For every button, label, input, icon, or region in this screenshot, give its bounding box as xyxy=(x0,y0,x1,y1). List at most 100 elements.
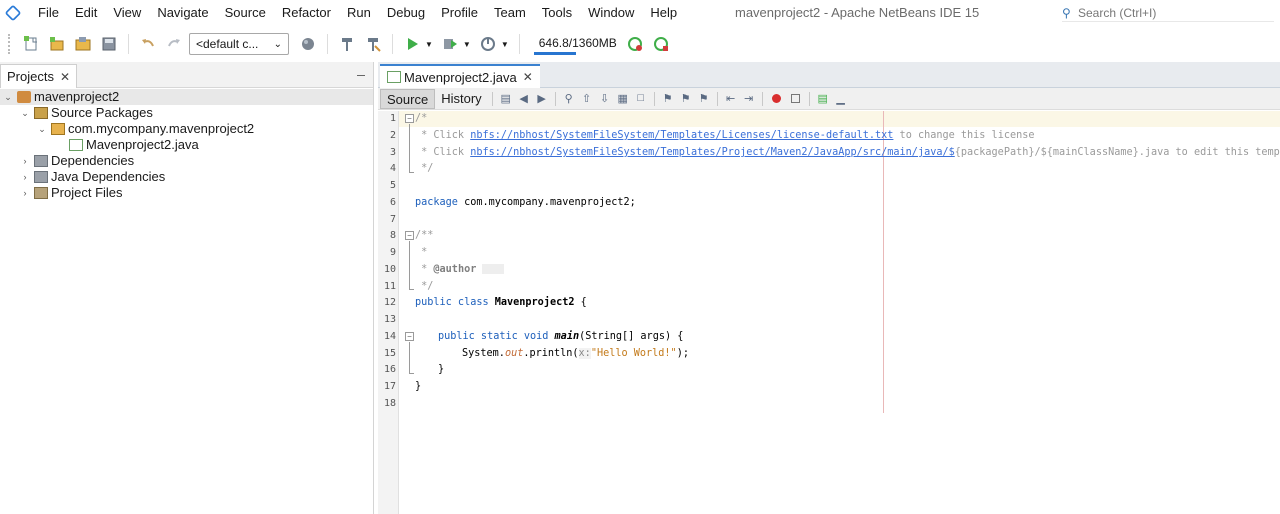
search-icon: ⚲ xyxy=(1062,5,1071,20)
chevron-right-icon[interactable]: › xyxy=(19,185,31,201)
menu-window[interactable]: Window xyxy=(580,0,642,26)
find-next-icon[interactable]: ⇩ xyxy=(597,92,613,106)
menu-view[interactable]: View xyxy=(105,0,149,26)
uncomment-icon[interactable]: ▁ xyxy=(833,92,849,106)
undo-icon[interactable] xyxy=(137,33,159,55)
tree-item-source-packages[interactable]: ⌄ Source Packages xyxy=(19,105,153,121)
tab-mavenproject2-java[interactable]: Mavenproject2.java ✕ xyxy=(380,64,540,88)
code-text: (String[] args) { xyxy=(579,331,684,342)
editor-toolbar: Source History ▤ ◀ ▶ ⚲ ⇧ ⇩ ▦ □ ⚑ ⚑ ⚑ ⇤ ⇥… xyxy=(378,88,1280,110)
search-input[interactable] xyxy=(1078,5,1268,20)
debug-dropdown-icon[interactable]: ▼ xyxy=(463,40,471,49)
string-literal: "Hello World!" xyxy=(590,348,677,359)
code-text: ); xyxy=(676,348,689,359)
debug-icon[interactable] xyxy=(439,33,461,55)
fold-guide xyxy=(409,342,410,373)
save-all-icon[interactable] xyxy=(98,33,120,55)
record-macro-icon[interactable] xyxy=(771,94,781,103)
quick-search[interactable]: ⚲ xyxy=(1062,4,1274,22)
menu-debug[interactable]: Debug xyxy=(379,0,433,26)
tree-item-project[interactable]: ⌄ mavenproject2 xyxy=(2,89,119,105)
code-text: System. xyxy=(462,348,505,359)
profile-dropdown-icon[interactable]: ▼ xyxy=(501,40,509,49)
license-link[interactable]: nbfs://nbhost/SystemFileSystem/Templates… xyxy=(470,130,893,141)
toggle-rect-select-icon[interactable]: □ xyxy=(633,92,649,106)
java-dependencies-icon xyxy=(34,171,48,183)
comment-text: * Click xyxy=(415,130,471,141)
chevron-down-icon[interactable]: ⌄ xyxy=(19,105,31,121)
next-bookmark-icon[interactable]: ⚑ xyxy=(678,92,694,106)
tree-item-java-file[interactable]: Mavenproject2.java xyxy=(66,137,199,153)
new-project-icon[interactable] xyxy=(46,33,68,55)
clean-build-icon[interactable] xyxy=(362,33,384,55)
dependencies-icon xyxy=(34,155,48,167)
toolbar-grip[interactable] xyxy=(8,34,12,54)
last-edit-icon[interactable]: ▤ xyxy=(498,92,514,106)
fold-collapse-icon[interactable]: − xyxy=(405,114,414,123)
comment-icon[interactable]: ▤ xyxy=(815,92,831,106)
redacted-author xyxy=(482,264,505,274)
shift-right-icon[interactable]: ⇥ xyxy=(741,92,757,106)
memory-indicator[interactable]: 646.8/1360MB xyxy=(533,33,622,55)
back-icon[interactable]: ◀ xyxy=(516,92,532,106)
tree-item-dependencies[interactable]: › Dependencies xyxy=(19,153,135,169)
menu-help[interactable]: Help xyxy=(642,0,685,26)
previous-bookmark-icon[interactable]: ⚑ xyxy=(660,92,676,106)
current-line-highlight xyxy=(399,111,1280,127)
forward-icon[interactable]: ▶ xyxy=(534,92,550,106)
toggle-highlight-icon[interactable]: ▦ xyxy=(615,92,631,106)
menu-source[interactable]: Source xyxy=(217,0,274,26)
code-line: * xyxy=(415,247,428,258)
build-hammer-icon[interactable] xyxy=(336,33,358,55)
run-icon[interactable] xyxy=(401,33,423,55)
fold-collapse-icon[interactable]: − xyxy=(405,231,414,240)
code-line: public class Mavenproject2 { xyxy=(415,295,587,311)
menu-profile[interactable]: Profile xyxy=(433,0,486,26)
code-area[interactable] xyxy=(399,111,1280,514)
tree-item-label: Java Dependencies xyxy=(51,169,166,184)
menu-run[interactable]: Run xyxy=(339,0,379,26)
tree-item-java-dependencies[interactable]: › Java Dependencies xyxy=(19,169,166,185)
tree-item-project-files[interactable]: › Project Files xyxy=(19,185,123,201)
profile-ide-icon[interactable] xyxy=(650,33,672,55)
fold-collapse-icon[interactable]: − xyxy=(405,332,414,341)
menu-edit[interactable]: Edit xyxy=(67,0,105,26)
menu-tools[interactable]: Tools xyxy=(534,0,580,26)
find-previous-icon[interactable]: ⇧ xyxy=(579,92,595,106)
new-file-icon[interactable] xyxy=(20,33,42,55)
menu-file[interactable]: File xyxy=(30,0,67,26)
tab-projects[interactable]: Projects ✕ xyxy=(0,64,78,88)
tree-item-package[interactable]: ⌄ com.mycompany.mavenproject2 xyxy=(36,121,254,137)
minimize-icon[interactable] xyxy=(357,68,365,76)
chevron-down-icon[interactable]: ⌄ xyxy=(2,89,14,105)
menu-refactor[interactable]: Refactor xyxy=(274,0,339,26)
run-dropdown-icon[interactable]: ▼ xyxy=(425,40,433,49)
menu-navigate[interactable]: Navigate xyxy=(149,0,216,26)
close-icon[interactable]: ✕ xyxy=(60,70,70,84)
gc-icon[interactable] xyxy=(624,33,646,55)
find-selection-icon[interactable]: ⚲ xyxy=(561,92,577,106)
configuration-select[interactable]: <default c... ⌄ xyxy=(189,33,289,55)
menu-team[interactable]: Team xyxy=(486,0,534,26)
redo-icon[interactable] xyxy=(163,33,185,55)
menu-bar: File Edit View Navigate Source Refactor … xyxy=(0,0,1280,26)
chevron-right-icon[interactable]: › xyxy=(19,153,31,169)
open-project-icon[interactable] xyxy=(72,33,94,55)
line-number: 5 xyxy=(389,180,396,191)
history-view-button[interactable]: History xyxy=(435,89,487,109)
method-name: main xyxy=(554,331,580,342)
chevron-down-icon[interactable]: ⌄ xyxy=(36,121,48,137)
shift-left-icon[interactable]: ⇤ xyxy=(723,92,739,106)
close-icon[interactable]: ✕ xyxy=(523,70,533,84)
profile-icon[interactable] xyxy=(477,33,499,55)
stop-macro-icon[interactable] xyxy=(790,94,800,103)
tree-item-label: Project Files xyxy=(51,185,123,200)
fold-guide xyxy=(409,241,410,289)
source-view-button[interactable]: Source xyxy=(380,88,436,109)
editor-pane: Mavenproject2.java ✕ Source History ▤ ◀ … xyxy=(378,62,1280,514)
toggle-bookmark-icon[interactable]: ⚑ xyxy=(696,92,712,106)
keyword: public class xyxy=(415,297,489,308)
template-link[interactable]: nbfs://nbhost/SystemFileSystem/Templates… xyxy=(470,147,955,158)
globe-icon[interactable] xyxy=(297,33,319,55)
chevron-right-icon[interactable]: › xyxy=(19,169,31,185)
